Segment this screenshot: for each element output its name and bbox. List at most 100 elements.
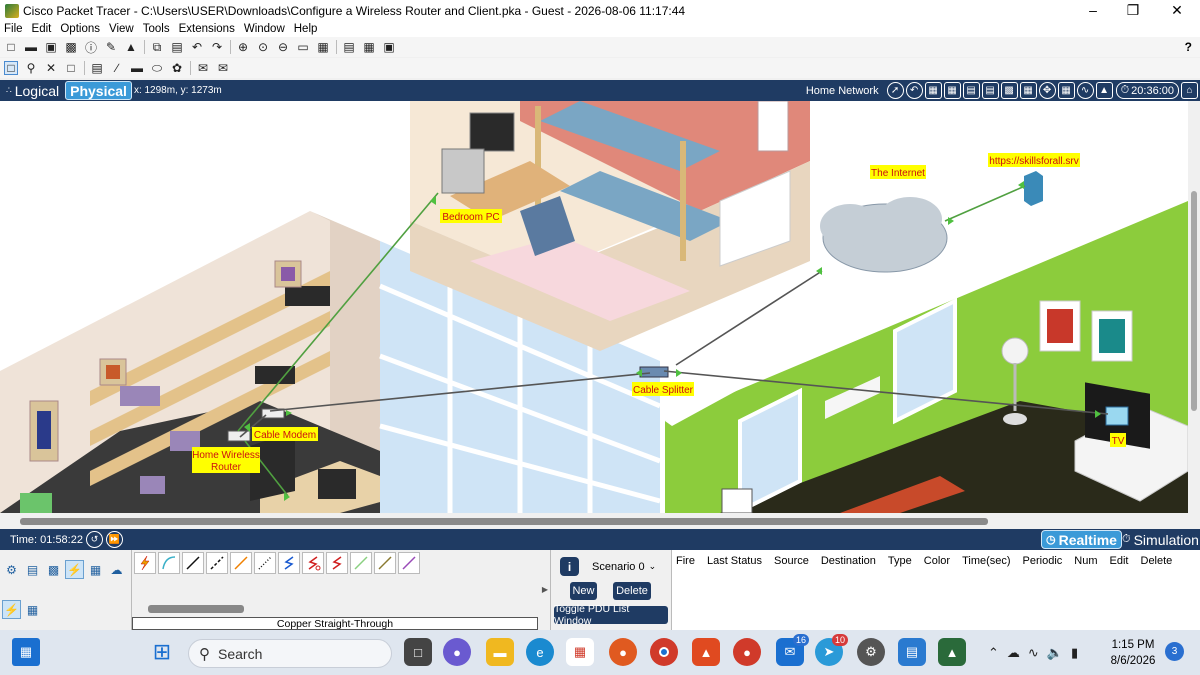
screenshot-icon[interactable]: ▣	[382, 40, 396, 54]
rectangle-icon[interactable]: ▬	[130, 61, 144, 75]
environment-clock[interactable]: ⏱ 20:36:00	[1115, 82, 1179, 99]
scenario-select[interactable]: Scenario 0 ⌄	[587, 557, 661, 576]
custom-devices-icon[interactable]: ▦	[316, 40, 330, 54]
end-devices-icon[interactable]: ▤	[23, 560, 42, 579]
help-button[interactable]: ?	[1185, 40, 1192, 54]
pan-icon[interactable]: ✥	[1038, 82, 1056, 99]
undo-icon[interactable]: ↶	[190, 40, 204, 54]
horizontal-scroll-thumb[interactable]	[20, 518, 988, 525]
console-cable-icon[interactable]	[158, 552, 180, 574]
add-complex-pdu-icon[interactable]: ✉	[216, 61, 230, 75]
viewport-icon[interactable]: ▦	[362, 40, 376, 54]
telegram-icon[interactable]: ➤ 10	[815, 634, 848, 666]
minimize-button[interactable]: –	[1073, 0, 1113, 21]
move-object-icon[interactable]: ▩	[1000, 82, 1018, 99]
new-rack-icon[interactable]: ▤	[981, 82, 999, 99]
delete-icon[interactable]: ✕	[44, 61, 58, 75]
taskbar-search[interactable]: ⚲ Search	[188, 639, 392, 668]
wifi-icon[interactable]: ∿	[1028, 645, 1039, 661]
menu-options[interactable]: Options	[60, 23, 100, 35]
volume-icon[interactable]: 🔈	[1047, 645, 1063, 661]
activity-wizard-icon[interactable]: ✎	[104, 40, 118, 54]
set-background-icon[interactable]: ▦	[1057, 82, 1075, 99]
close-button[interactable]: ✕	[1157, 0, 1197, 21]
connections-subtype-icon[interactable]: ⚡	[2, 600, 21, 619]
collapse-arrow-icon[interactable]: ▶	[540, 550, 550, 630]
new-closet-icon[interactable]: ▤	[962, 82, 980, 99]
fast-forward-icon[interactable]: ⏩	[105, 531, 123, 548]
save-icon[interactable]: ▣	[44, 40, 58, 54]
multiuser-cloud-icon[interactable]: ☁	[107, 560, 126, 579]
menu-help[interactable]: Help	[294, 23, 318, 35]
copper-straight-through-icon[interactable]	[182, 552, 204, 574]
freeform-icon[interactable]: ✿	[170, 61, 184, 75]
lab-flask-icon[interactable]: ▲	[124, 40, 138, 54]
select-tool-icon[interactable]: □	[4, 61, 18, 75]
workspace-vertical-scrollbar[interactable]	[1188, 101, 1200, 513]
taskbar-clock[interactable]: 1:15 PM 8/6/2026	[1108, 637, 1158, 669]
task-view-icon[interactable]: □	[404, 638, 432, 666]
chrome-icon[interactable]	[650, 638, 678, 666]
copy-icon[interactable]: ⧉	[150, 40, 164, 54]
new-building-icon[interactable]: ▦	[943, 82, 961, 99]
physical-view-button[interactable]: Physical	[65, 81, 132, 100]
landscape-icon[interactable]: ▲	[1095, 82, 1113, 99]
usb-cable-icon[interactable]	[398, 552, 420, 574]
menu-extensions[interactable]: Extensions	[179, 23, 235, 35]
delete-scenario-button[interactable]: Delete	[613, 582, 651, 600]
octal-cable-icon[interactable]	[350, 552, 372, 574]
structured-cabling-icon[interactable]: ▦	[23, 600, 42, 619]
onedrive-cloud-icon[interactable]: ☁	[1007, 645, 1020, 661]
ellipse-icon[interactable]: ⬭	[150, 61, 164, 75]
new-file-icon[interactable]: □	[4, 40, 18, 54]
drawing-palette-icon[interactable]: ▭	[296, 40, 310, 54]
notes-icon[interactable]: ▤	[342, 40, 356, 54]
serial-dte-icon[interactable]	[326, 552, 348, 574]
open-folder-icon[interactable]: ▬	[24, 40, 38, 54]
copper-cross-over-icon[interactable]	[206, 552, 228, 574]
new-city-icon[interactable]: ▦	[924, 82, 942, 99]
packet-tracer-taskbar-icon[interactable]: ▲	[938, 638, 966, 666]
inspect-icon[interactable]: ⚲	[24, 61, 38, 75]
microsoft-store-icon[interactable]: ▦	[566, 638, 594, 666]
coaxial-cable-icon[interactable]	[278, 552, 300, 574]
menu-edit[interactable]: Edit	[32, 23, 52, 35]
back-icon[interactable]: ↶	[905, 82, 923, 99]
add-simple-pdu-icon[interactable]: ✉	[196, 61, 210, 75]
physical-workspace[interactable]: Bedroom PC The Internet https://skillsfo…	[0, 101, 1188, 513]
components-icon[interactable]: ▩	[44, 560, 63, 579]
menu-tools[interactable]: Tools	[143, 23, 170, 35]
zoom-in-icon[interactable]: ⊕	[236, 40, 250, 54]
toggle-pdu-list-button[interactable]: Toggle PDU List Window	[554, 603, 668, 627]
print-icon[interactable]: ▩	[64, 40, 78, 54]
fiber-cable-icon[interactable]	[230, 552, 252, 574]
phone-cable-icon[interactable]	[254, 552, 276, 574]
firefox-icon[interactable]: ●	[609, 638, 637, 666]
scenario-info-icon[interactable]: i	[560, 557, 579, 576]
automatic-connection-icon[interactable]	[134, 552, 156, 574]
serial-dce-icon[interactable]	[302, 552, 324, 574]
widgets-icon[interactable]: ▦	[12, 638, 40, 666]
note-icon[interactable]: ▤	[90, 61, 104, 75]
connection-scroll-thumb[interactable]	[148, 605, 244, 613]
home-icon[interactable]: ⌂	[1181, 82, 1198, 99]
tray-overflow-chevron-icon[interactable]: ⌃	[988, 645, 999, 661]
maximize-button[interactable]: ❐	[1113, 0, 1153, 21]
navigation-compass-icon[interactable]: ➚	[886, 82, 904, 99]
wireless-range-icon[interactable]: ∿	[1076, 82, 1094, 99]
miscellaneous-icon[interactable]: ▦	[86, 560, 105, 579]
battery-icon[interactable]: ▮	[1071, 645, 1078, 661]
notification-count[interactable]: 3	[1165, 642, 1184, 661]
resize-shape-icon[interactable]: □	[64, 61, 78, 75]
menu-window[interactable]: Window	[244, 23, 285, 35]
network-devices-icon[interactable]: ⚙	[2, 560, 21, 579]
zoom-reset-icon[interactable]: ⊙	[256, 40, 270, 54]
grid-icon[interactable]: ▦	[1019, 82, 1037, 99]
vertical-scroll-thumb[interactable]	[1191, 191, 1197, 411]
redo-icon[interactable]: ↷	[210, 40, 224, 54]
line-icon[interactable]: ∕	[110, 61, 124, 75]
new-scenario-button[interactable]: New	[570, 582, 597, 600]
menu-view[interactable]: View	[109, 23, 134, 35]
workspace-horizontal-scrollbar[interactable]	[0, 513, 1200, 529]
edge-browser-icon[interactable]: e	[526, 638, 554, 666]
